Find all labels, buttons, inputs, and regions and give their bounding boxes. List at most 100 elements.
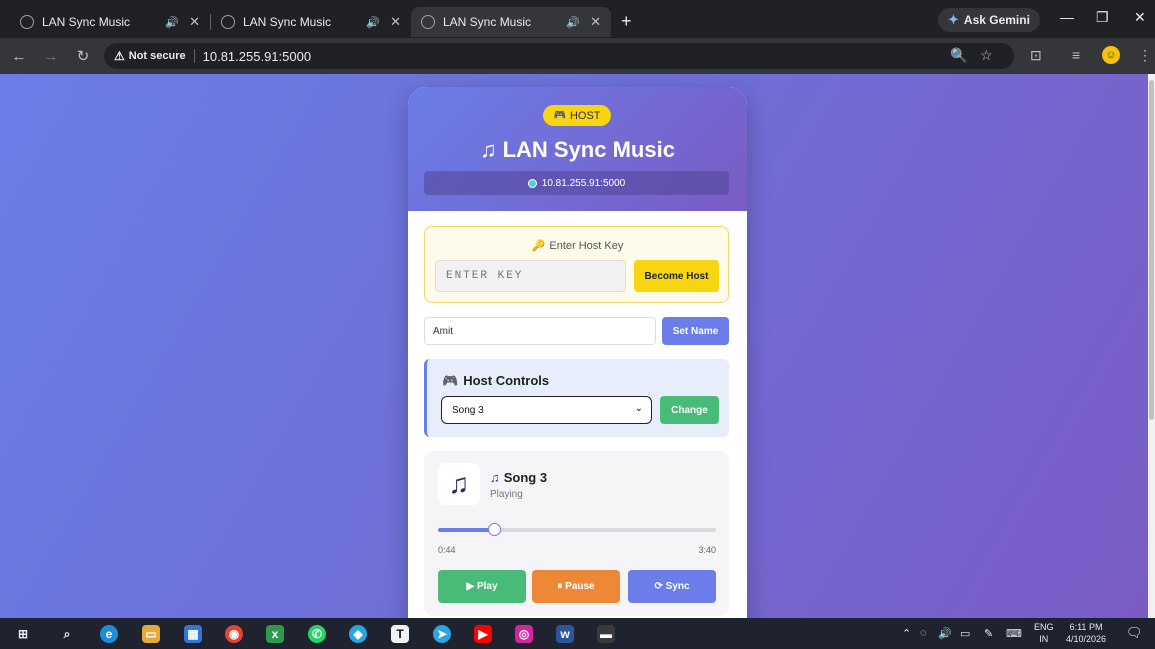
- display-icon[interactable]: ▭: [960, 627, 970, 640]
- youtube-icon[interactable]: ▶: [474, 625, 492, 643]
- now-playing-title: ♫ Song 3: [490, 470, 547, 485]
- host-controls-title: 🎮 Host Controls: [442, 373, 549, 389]
- globe-icon: [20, 15, 34, 29]
- progress-fill: [438, 528, 494, 532]
- keyboard-icon[interactable]: ⌨: [1006, 627, 1022, 640]
- app-card: 🎮 HOST ♫ LAN Sync Music 10.81.255.91:5000…: [408, 87, 747, 618]
- change-song-button[interactable]: Change: [660, 396, 719, 424]
- sync-button[interactable]: ⟳ Sync: [628, 570, 716, 603]
- page-viewport: 🎮 HOST ♫ LAN Sync Music 10.81.255.91:5000…: [0, 74, 1148, 618]
- progress-handle[interactable]: [487, 523, 501, 536]
- speaker-icon[interactable]: 🔊: [366, 16, 380, 29]
- music-note-icon: ♫: [480, 137, 497, 162]
- clock[interactable]: 6:11 PM 4/10/2026: [1066, 621, 1106, 645]
- tab-title: LAN Sync Music: [243, 15, 332, 29]
- set-name-button[interactable]: Set Name: [662, 317, 729, 345]
- excel-icon[interactable]: x: [266, 625, 284, 643]
- search-icon[interactable]: ⌕: [58, 625, 76, 643]
- address-bar[interactable]: ⚠ Not secure 10.81.255.91:5000 🔍 ☆: [104, 43, 1014, 69]
- minimize-icon[interactable]: —: [1060, 9, 1074, 25]
- play-button[interactable]: ▶ Play: [438, 570, 526, 603]
- zoom-icon[interactable]: 🔍: [950, 47, 967, 64]
- reading-list-icon[interactable]: ≡: [1072, 47, 1080, 63]
- volume-icon[interactable]: 🔊: [938, 627, 952, 640]
- ask-gemini-button[interactable]: ✦ Ask Gemini: [938, 8, 1040, 32]
- page-scrollbar[interactable]: [1148, 74, 1155, 618]
- telegram-icon[interactable]: ➤: [433, 625, 451, 643]
- menu-kebab-icon[interactable]: ⋮: [1138, 47, 1152, 64]
- host-controls-title-text: Host Controls: [463, 373, 550, 388]
- host-key-input[interactable]: [435, 260, 626, 292]
- pen-icon[interactable]: ✎: [984, 627, 993, 640]
- copilot-icon[interactable]: ◆: [349, 625, 367, 643]
- tray-chevron-up-icon[interactable]: ⌃: [902, 627, 911, 640]
- server-ip-bar: 10.81.255.91:5000: [424, 171, 729, 195]
- playback-status: Playing: [490, 489, 523, 500]
- close-tab-icon[interactable]: ✕: [189, 14, 200, 30]
- total-time: 3:40: [698, 545, 716, 555]
- windows-start-icon[interactable]: ⊞: [14, 625, 32, 643]
- browser-tab-active[interactable]: LAN Sync Music 🔊 ✕: [411, 7, 611, 37]
- close-tab-icon[interactable]: ✕: [590, 14, 601, 30]
- name-input[interactable]: [424, 317, 656, 345]
- pause-button[interactable]: ⏸ Pause: [532, 570, 620, 603]
- word-icon[interactable]: w: [556, 625, 574, 643]
- now-playing-title-text: Song 3: [503, 470, 548, 485]
- new-tab-icon[interactable]: +: [621, 11, 632, 32]
- store-icon[interactable]: ▦: [184, 625, 202, 643]
- clock-time: 6:11 PM: [1069, 622, 1103, 632]
- reload-icon[interactable]: ↻: [70, 47, 96, 65]
- gamepad-icon: 🎮: [442, 373, 459, 388]
- instagram-icon[interactable]: ◎: [515, 625, 533, 643]
- url-text[interactable]: 10.81.255.91:5000: [203, 49, 311, 64]
- terminal-icon[interactable]: ▬: [597, 625, 615, 643]
- tradingview-icon[interactable]: T: [391, 625, 409, 643]
- music-note-icon: ♫: [490, 470, 500, 485]
- key-icon: 🔑: [531, 240, 546, 252]
- browser-toolbar: ← → ↻ ⚠ Not secure 10.81.255.91:5000 🔍 ☆: [0, 38, 1155, 74]
- not-secure-label: Not secure: [128, 50, 186, 62]
- windows-taskbar: ⊞ ⌕ e ▭ ▦ ◉ x ✆ ◆ T ➤ ▶ ◎ w ▬ ⌃ ◌ 🔊 ▭ ✎ …: [0, 618, 1155, 649]
- server-ip-text: 10.81.255.91:5000: [541, 177, 626, 189]
- notifications-icon[interactable]: 🗨: [1126, 625, 1143, 641]
- language-indicator[interactable]: ENG IN: [1034, 621, 1054, 645]
- host-key-panel: 🔑Enter Host Key Become Host: [424, 226, 729, 303]
- network-icon[interactable]: ◌: [920, 627, 927, 639]
- page-title-text: LAN Sync Music: [502, 137, 675, 162]
- current-time: 0:44: [438, 545, 456, 555]
- song-select[interactable]: Song 3 ⌄: [441, 396, 652, 424]
- close-tab-icon[interactable]: ✕: [390, 14, 401, 30]
- speaker-icon[interactable]: 🔊: [165, 16, 179, 29]
- host-key-label: 🔑 Enter Host Key: [425, 239, 730, 252]
- globe-icon: [221, 15, 235, 29]
- site-security-chip[interactable]: ⚠ Not secure: [114, 49, 195, 63]
- restore-icon[interactable]: ❐: [1096, 9, 1109, 26]
- tab-title: LAN Sync Music: [443, 15, 532, 29]
- close-window-icon[interactable]: ✕: [1134, 9, 1146, 26]
- edge-browser-icon[interactable]: e: [100, 625, 118, 643]
- browser-tab[interactable]: LAN Sync Music 🔊 ✕: [10, 7, 210, 37]
- bookmark-star-icon[interactable]: ☆: [980, 47, 993, 64]
- profile-avatar-icon[interactable]: ☺: [1102, 46, 1120, 64]
- speaker-icon[interactable]: 🔊: [566, 16, 580, 29]
- now-playing-card: ♫ ♫ Song 3 Playing 0:44 3:40 ▶ Play ⏸ Pau…: [424, 451, 729, 616]
- gamepad-icon: 🎮: [553, 110, 566, 121]
- sync-label: Sync: [665, 581, 690, 592]
- host-badge: 🎮 HOST: [543, 105, 611, 126]
- status-dot-icon: [527, 178, 537, 188]
- host-badge-label: HOST: [569, 109, 601, 122]
- file-explorer-icon[interactable]: ▭: [142, 625, 160, 643]
- region-code: IN: [1039, 634, 1049, 644]
- progress-track[interactable]: [438, 523, 716, 536]
- chrome-icon[interactable]: ◉: [225, 625, 243, 643]
- become-host-button[interactable]: Become Host: [634, 260, 719, 292]
- whatsapp-icon[interactable]: ✆: [308, 625, 326, 643]
- host-key-label-text: Enter Host Key: [549, 240, 624, 252]
- warning-icon: ⚠: [114, 49, 125, 63]
- forward-icon[interactable]: →: [38, 48, 64, 65]
- back-icon[interactable]: ←: [6, 48, 32, 65]
- tab-search-icon[interactable]: ⊡: [1030, 47, 1042, 64]
- chevron-down-icon: ⌄: [634, 403, 643, 414]
- scrollbar-thumb[interactable]: [1149, 80, 1154, 420]
- browser-tab[interactable]: LAN Sync Music 🔊 ✕: [211, 7, 411, 37]
